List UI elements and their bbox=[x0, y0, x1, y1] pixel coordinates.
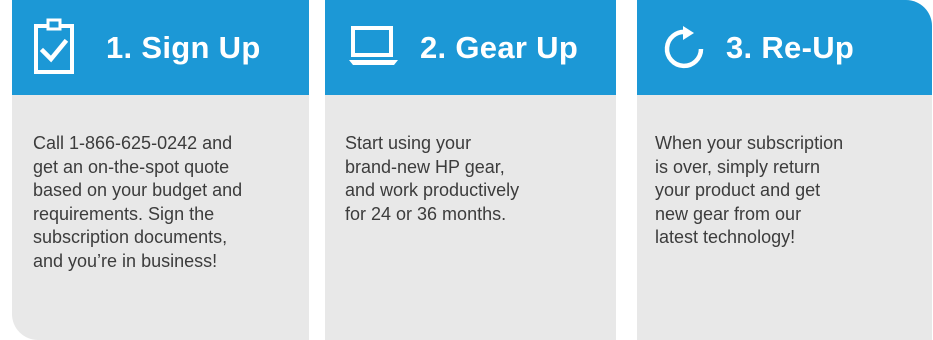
step-card-sign-up: 1. Sign Up Call 1-866-625-0242 and get a… bbox=[12, 0, 309, 340]
step-description: Start using your brand-new HP gear, and … bbox=[345, 132, 600, 226]
description-line: requirements. Sign the bbox=[33, 203, 215, 224]
step-title: 1. Sign Up bbox=[106, 30, 261, 65]
step-card-re-up: 3. Re-Up When your subscription is over,… bbox=[637, 0, 932, 340]
step-card-header: 1. Sign Up bbox=[12, 0, 309, 95]
step-card-gear-up: 2. Gear Up Start using your brand-new HP… bbox=[325, 0, 616, 340]
step-card-header: 3. Re-Up bbox=[637, 0, 932, 95]
description-line: your product and get bbox=[655, 180, 821, 200]
description-line: is over, simply return bbox=[655, 156, 821, 177]
description-line: get an on-the-spot quote bbox=[33, 156, 230, 177]
refresh-icon bbox=[664, 26, 704, 69]
step-description: When your subscription is over, simply r… bbox=[655, 132, 917, 250]
description-line: for 24 or 36 months. bbox=[345, 203, 507, 224]
description-line: and work productively bbox=[345, 180, 520, 200]
description-line: Call 1-866-625-0242 and bbox=[33, 133, 233, 153]
description-line: When your subscription bbox=[655, 133, 844, 153]
clipboard-check-icon bbox=[34, 18, 74, 74]
description-line: and you’re in business! bbox=[33, 250, 218, 271]
description-line: new gear from our bbox=[655, 203, 802, 224]
description-line: latest technology! bbox=[655, 227, 796, 247]
description-line: Start using your bbox=[345, 133, 472, 153]
description-line: brand-new HP gear, bbox=[345, 156, 505, 177]
step-title: 2. Gear Up bbox=[420, 30, 579, 65]
description-line: based on your budget and bbox=[33, 180, 243, 200]
laptop-icon bbox=[349, 26, 398, 65]
step-card-header: 2. Gear Up bbox=[325, 0, 616, 95]
description-line: subscription documents, bbox=[33, 227, 228, 247]
step-title: 3. Re-Up bbox=[726, 30, 855, 65]
step-description: Call 1-866-625-0242 and get an on-the-sp… bbox=[33, 132, 295, 273]
